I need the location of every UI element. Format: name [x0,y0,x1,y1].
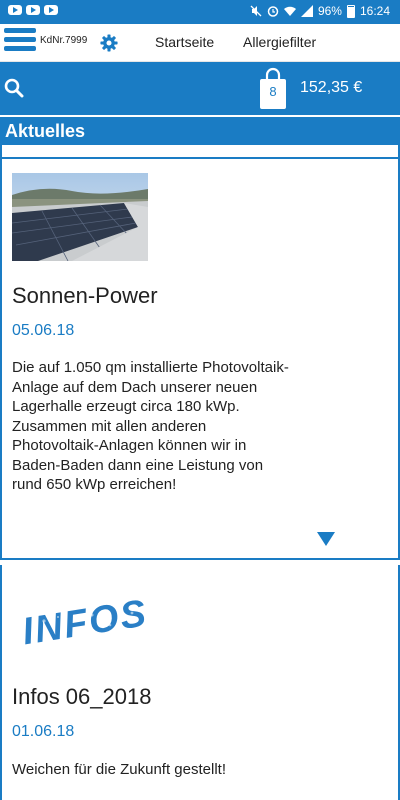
nav-startseite[interactable]: Startseite [155,34,214,50]
gear-icon[interactable] [100,34,118,52]
cart-count: 8 [269,84,277,99]
menu-icon[interactable] [4,28,36,56]
wifi-icon [283,6,296,16]
youtube-notification-icon [26,5,40,15]
status-bar: 96% 16:24 [0,0,400,24]
youtube-notification-icon [44,5,58,15]
signal-icon [300,5,313,17]
system-status: 96% 16:24 [250,4,390,18]
news-text: Weichen für die Zukunft gestellt! [12,761,226,778]
notification-icons [8,5,58,15]
expand-down-icon[interactable] [315,530,337,548]
search-icon[interactable] [4,78,24,98]
cart-total[interactable]: 152,35 € [300,79,362,97]
news-card[interactable]: INFOS Infos 06_2018 01.06.18 Weichen für… [0,565,400,800]
infos-logo-text: INFOS [19,592,150,651]
alarm-icon [267,6,279,17]
clock: 16:24 [359,4,390,18]
battery-percent: 96% [317,4,342,18]
infos-stamp-logo: INFOS [19,592,150,651]
section-title: Aktuelles [5,121,86,141]
news-date: 05.06.18 [12,322,75,339]
mute-icon [250,5,262,17]
youtube-notification-icon [8,5,22,15]
section-header: Aktuelles [0,115,400,145]
news-title: Infos 06_2018 [12,684,152,709]
search-cart-bar: 8 152,35 € [0,62,400,115]
news-title: Sonnen-Power [12,283,158,308]
news-card-previous[interactable] [0,145,400,159]
top-navigation: KdNr.7999 Startseite Allergiefilter [0,24,400,62]
nav-allergiefilter[interactable]: Allergiefilter [243,34,316,50]
news-card[interactable]: Sonnen-Power 05.06.18 Die auf 1.050 qm i… [0,159,400,560]
solar-roof-photo [12,173,148,261]
battery-icon [346,4,355,18]
news-text: Die auf 1.050 qm installierte Photovolta… [12,359,289,493]
news-list[interactable]: Sonnen-Power 05.06.18 Die auf 1.050 qm i… [0,145,400,800]
news-date: 01.06.18 [12,723,75,740]
customer-number: KdNr.7999 [40,35,88,46]
